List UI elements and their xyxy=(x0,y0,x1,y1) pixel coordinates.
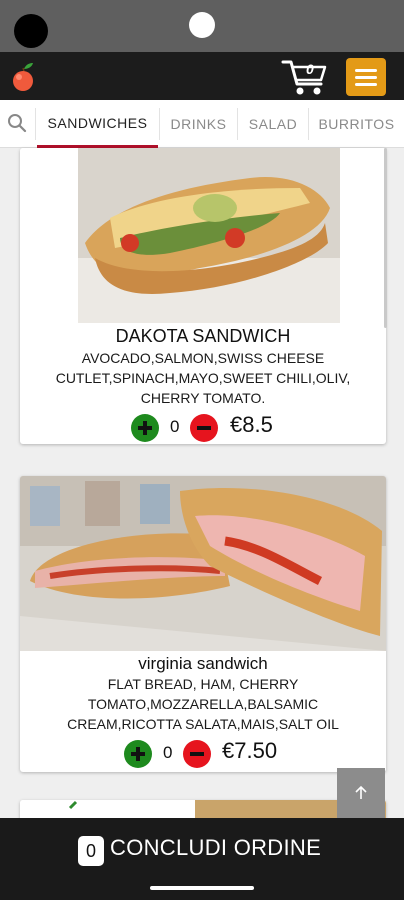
app-header: 0 xyxy=(0,52,404,100)
description-line: CHERRY TOMATO. xyxy=(140,390,266,406)
product-description: AVOCADO,SALMON,SWISS CHEESE CUTLET,SPINA… xyxy=(28,348,378,408)
cart-count-badge: 0 xyxy=(306,61,314,77)
product-title: DAKOTA SANDWICH xyxy=(115,326,291,346)
product-image[interactable] xyxy=(20,148,386,328)
apple-logo-icon[interactable] xyxy=(8,60,38,92)
scrollbar[interactable] xyxy=(384,148,387,328)
remove-quantity-button[interactable] xyxy=(190,414,218,442)
remove-quantity-button[interactable] xyxy=(183,740,211,768)
description-line: AVOCADO,SALMON,SWISS CHEESE xyxy=(81,350,325,366)
description-line: CREAM,RICOTTA SALATA,MAIS,SALT OIL xyxy=(67,716,339,732)
product-title: virginia sandwich xyxy=(138,654,268,673)
description-line: CUTLET,SPINACH,MAYO,SWEET CHILI,OLIV, xyxy=(55,370,351,386)
description-line: FLAT BREAD, HAM, CHERRY xyxy=(107,676,299,692)
product-price: €7.50 xyxy=(222,738,278,763)
scroll-to-top-button[interactable] xyxy=(337,768,385,818)
hamburger-menu-icon xyxy=(355,69,377,72)
status-bar xyxy=(0,0,404,52)
tab-salad[interactable]: SALAD xyxy=(238,100,308,148)
quantity-value: 0 xyxy=(170,417,180,436)
product-price: €8.5 xyxy=(230,412,273,437)
tab-divider xyxy=(35,108,36,140)
home-indicator[interactable] xyxy=(150,886,254,890)
tab-burritos[interactable]: BURRITOS xyxy=(309,100,404,148)
arrow-up-icon xyxy=(355,785,367,799)
add-quantity-button[interactable] xyxy=(124,740,152,768)
tab-drinks[interactable]: DRINKS xyxy=(160,100,237,148)
cart-icon[interactable] xyxy=(281,57,329,97)
camera-dot xyxy=(14,14,48,48)
conclude-order-button[interactable]: CONCLUDI ORDINE xyxy=(110,835,321,861)
product-description: FLAT BREAD, HAM, CHERRY TOMATO,MOZZARELL… xyxy=(28,674,378,734)
add-quantity-button[interactable] xyxy=(131,414,159,442)
order-count-badge: 0 xyxy=(78,836,104,866)
product-card: virginia sandwich FLAT BREAD, HAM, CHERR… xyxy=(20,476,386,772)
quantity-value: 0 xyxy=(163,743,173,762)
menu-line xyxy=(355,76,377,79)
product-image[interactable] xyxy=(20,476,386,651)
category-tabs: SANDWICHES DRINKS SALAD BURRITOS xyxy=(0,100,404,148)
tab-sandwiches[interactable]: SANDWICHES xyxy=(37,100,158,148)
status-indicator-dot xyxy=(189,12,215,38)
product-card: DAKOTA SANDWICH AVOCADO,SALMON,SWISS CHE… xyxy=(20,148,386,444)
hamburger-menu-button[interactable] xyxy=(346,58,386,96)
description-line: TOMATO,MOZZARELLA,BALSAMIC xyxy=(87,696,319,712)
menu-line xyxy=(355,83,377,86)
checkout-bar[interactable]: 0 CONCLUDI ORDINE xyxy=(0,818,404,900)
search-icon[interactable] xyxy=(6,112,28,134)
